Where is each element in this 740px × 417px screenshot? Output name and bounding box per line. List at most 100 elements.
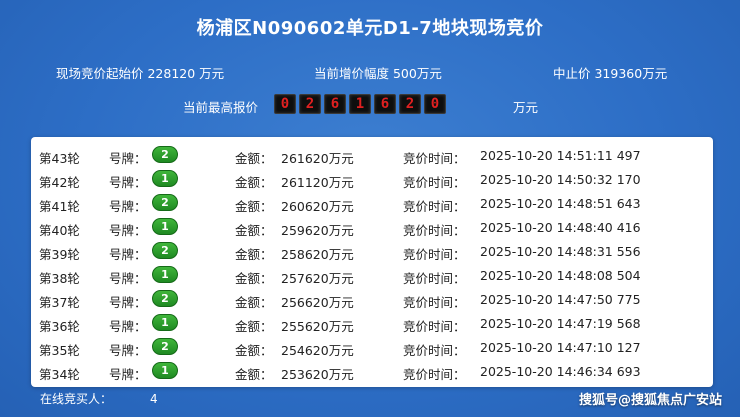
amount-label: 金额： [235,295,273,310]
online-bidders-label: 在线竞买人： [40,392,113,406]
bid-row: 第38轮 号牌： 1 金额： 257620万元 竞价时间： 2025-10-20 14:48… [31,263,713,287]
bid-time: 2025-10-20 14:48:40 416 [480,220,641,235]
bid-time: 2025-10-20 14:51:11 497 [480,148,641,163]
plate-label: 号牌： [109,295,147,310]
bid-amount: 258620万元 [281,247,354,262]
time-label: 竞价时间： [403,199,466,214]
bid-round: 第41轮 [39,199,80,214]
bid-time: 2025-10-20 14:48:08 504 [480,268,641,283]
plate-label: 号牌： [109,367,147,382]
bid-time: 2025-10-20 14:46:34 693 [480,364,641,379]
time-label: 竞价时间： [403,271,466,286]
bid-row: 第34轮 号牌： 1 金额： 253620万元 竞价时间： 2025-10-20 14:46… [31,359,713,383]
plate-label: 号牌： [109,271,147,286]
plate-badge: 2 [152,242,178,259]
bid-round: 第36轮 [39,319,80,334]
top-bid-digit: 6 [324,94,346,114]
amount-label: 金额： [235,367,273,382]
bid-round: 第35轮 [39,343,80,358]
top-bid-digit: 0 [424,94,446,114]
bid-time: 2025-10-20 14:48:51 643 [480,196,641,211]
top-bid-digit: 0 [274,94,296,114]
top-bid-digit: 1 [349,94,371,114]
amount-label: 金额： [235,199,273,214]
plate-badge: 1 [152,266,178,283]
bid-row: 第42轮 号牌： 1 金额： 261120万元 竞价时间： 2025-10-20 14:50… [31,167,713,191]
bid-amount: 259620万元 [281,223,354,238]
plate-badge: 2 [152,290,178,307]
time-label: 竞价时间： [403,175,466,190]
start-price: 现场竞价起始价 228120 万元 [56,66,225,81]
top-bid-label: 当前最高报价 [183,100,259,115]
plate-label: 号牌： [109,343,147,358]
amount-label: 金额： [235,223,273,238]
plate-label: 号牌： [109,151,147,166]
time-label: 竞价时间： [403,343,466,358]
page-title: 杨浦区N090602单元D1-7地块现场竞价 [196,18,544,39]
bid-time: 2025-10-20 14:47:50 775 [480,292,641,307]
stop-price: 中止价 319360万元 [553,66,668,81]
plate-badge: 1 [152,314,178,331]
top-bid-display: 0 2 6 1 6 2 0 [274,94,446,114]
bid-round: 第39轮 [39,247,80,262]
bid-time: 2025-10-20 14:50:32 170 [480,172,641,187]
time-label: 竞价时间： [403,319,466,334]
top-bid-digit: 2 [399,94,421,114]
bid-row: 第39轮 号牌： 2 金额： 258620万元 竞价时间： 2025-10-20 14:48… [31,239,713,263]
time-label: 竞价时间： [403,151,466,166]
bid-time: 2025-10-20 14:47:19 568 [480,316,641,331]
amount-label: 金额： [235,151,273,166]
bid-amount: 261620万元 [281,151,354,166]
bid-row: 第41轮 号牌： 2 金额： 260620万元 竞价时间： 2025-10-20 14:48… [31,191,713,215]
bid-amount: 255620万元 [281,319,354,334]
amount-label: 金额： [235,271,273,286]
plate-badge: 2 [152,146,178,163]
bid-row: 第40轮 号牌： 1 金额： 259620万元 竞价时间： 2025-10-20 14:48… [31,215,713,239]
plate-label: 号牌： [109,247,147,262]
bid-row: 第35轮 号牌： 2 金额： 254620万元 竞价时间： 2025-10-20 14:47… [31,335,713,359]
plate-badge: 1 [152,170,178,187]
bid-amount: 257620万元 [281,271,354,286]
plate-badge: 2 [152,194,178,211]
time-label: 竞价时间： [403,247,466,262]
plate-label: 号牌： [109,319,147,334]
plate-badge: 1 [152,362,178,379]
bid-amount: 253620万元 [281,367,354,382]
bid-round: 第38轮 [39,271,80,286]
bid-round: 第40轮 [39,223,80,238]
top-bid-unit: 万元 [513,100,539,115]
time-label: 竞价时间： [403,223,466,238]
bid-amount: 260620万元 [281,199,354,214]
bid-amount: 261120万元 [281,175,354,190]
amount-label: 金额： [235,343,273,358]
bid-row: 第37轮 号牌： 2 金额： 256620万元 竞价时间： 2025-10-20 14:47… [31,287,713,311]
price-increment: 当前增价幅度 500万元 [314,66,442,81]
bid-amount: 256620万元 [281,295,354,310]
bid-history-panel: 第43轮 号牌： 2 金额： 261620万元 竞价时间： 2025-10-20 14:51… [31,137,713,387]
plate-badge: 1 [152,218,178,235]
bid-round: 第42轮 [39,175,80,190]
bid-time: 2025-10-20 14:47:10 127 [480,340,641,355]
online-bidders-count: 4 [150,392,158,406]
bid-amount: 254620万元 [281,343,354,358]
amount-label: 金额： [235,247,273,262]
online-bidders: 在线竞买人： 4 [40,390,158,407]
bid-row: 第43轮 号牌： 2 金额： 261620万元 竞价时间： 2025-10-20 14:51… [31,143,713,167]
amount-label: 金额： [235,175,273,190]
watermark: 搜狐号@搜狐焦点广安站 [578,393,722,408]
time-label: 竞价时间： [403,367,466,382]
bid-history-list: 第43轮 号牌： 2 金额： 261620万元 竞价时间： 2025-10-20 14:51… [31,143,713,383]
plate-label: 号牌： [109,175,147,190]
top-bid-digit: 2 [299,94,321,114]
plate-label: 号牌： [109,223,147,238]
plate-label: 号牌： [109,199,147,214]
bid-round: 第37轮 [39,295,80,310]
time-label: 竞价时间： [403,295,466,310]
top-bid-digit: 6 [374,94,396,114]
plate-badge: 2 [152,338,178,355]
bid-time: 2025-10-20 14:48:31 556 [480,244,641,259]
amount-label: 金额： [235,319,273,334]
bid-round: 第34轮 [39,367,80,382]
bid-round: 第43轮 [39,151,80,166]
bid-row: 第36轮 号牌： 1 金额： 255620万元 竞价时间： 2025-10-20 14:47… [31,311,713,335]
